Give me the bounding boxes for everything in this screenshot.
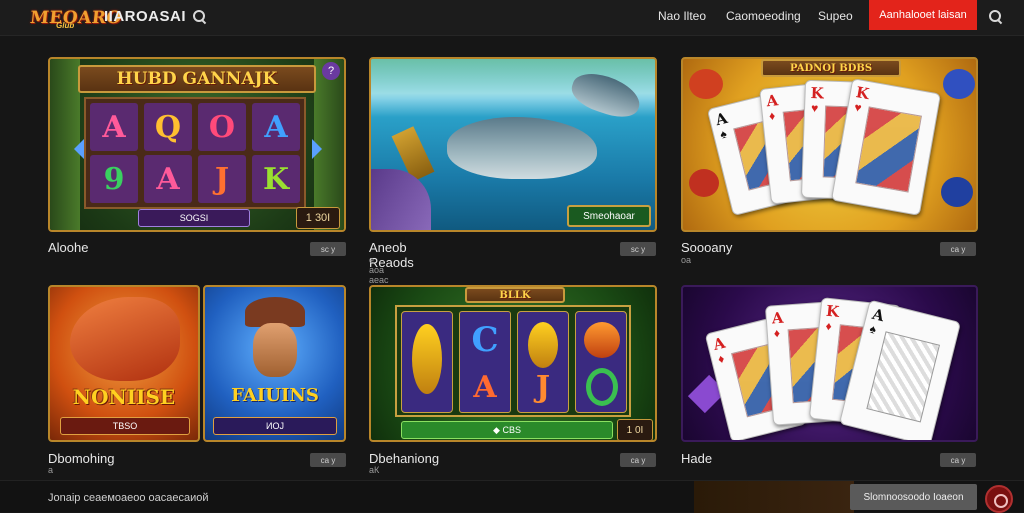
decor-gem — [941, 177, 973, 207]
game-badge: са у — [940, 242, 976, 256]
bet-plaque: ИOJ — [213, 417, 337, 435]
reel-symbol-ring — [586, 368, 618, 406]
win-counter: 1 30I — [296, 207, 340, 229]
game-title[interactable]: Hade — [681, 451, 712, 466]
bet-plaque: SOGSI — [138, 209, 250, 227]
card-face-art — [866, 331, 941, 423]
heart-icon: ♥ — [853, 100, 863, 116]
game-subtitle: аК — [369, 465, 380, 475]
search-icon[interactable] — [988, 9, 1004, 25]
decor-gem — [689, 69, 723, 99]
game-title[interactable]: Aloohe — [48, 240, 88, 255]
top-navigation-bar: MEOARO Glub IIAROASAI Nao Ilteo Caomoeod… — [0, 0, 1024, 36]
fish-illustration — [447, 117, 597, 179]
chat-icon[interactable] — [985, 485, 1013, 513]
reel-symbol: A — [90, 103, 138, 151]
diamond-icon: ♦ — [716, 351, 726, 367]
game-thumbnail[interactable]: PADNOJ BDBS A ♠ A ♦ K ♥ K ♥ — [681, 57, 978, 232]
card-face-art — [855, 106, 922, 193]
arrow-right-icon[interactable] — [312, 139, 322, 159]
reel-frame: A Q O A 9 A J K — [84, 97, 306, 209]
spade-icon: ♠ — [718, 126, 729, 142]
site-title: IIAROASAI — [104, 8, 187, 25]
game-thumbnail[interactable]: HUBD GANNAJK ? A Q O A 9 A J K SOGSI 1 3… — [48, 57, 346, 232]
reel-symbol: A — [252, 103, 300, 151]
arrow-left-icon[interactable] — [74, 139, 84, 159]
nav-link-3[interactable]: Supeo — [818, 9, 853, 23]
heart-icon: ♥ — [810, 100, 819, 116]
win-counter: 1 0I — [617, 419, 653, 440]
game-logo-sign: HUBD GANNAJK — [78, 65, 316, 93]
fruit-symbol — [584, 322, 620, 358]
reel-column — [401, 311, 453, 413]
game-label-plaque: Smeohaoar — [567, 205, 651, 227]
reel-symbol: 9 — [90, 155, 138, 203]
card-rank: A — [765, 91, 779, 111]
fish-fin-foreground — [371, 169, 431, 230]
reel-symbol: A — [473, 369, 497, 405]
dragon-illustration — [70, 297, 180, 381]
reel-column — [575, 311, 627, 413]
nav-link-1[interactable]: Nao Ilteo — [658, 9, 706, 23]
footer-decoration — [694, 481, 854, 513]
adventurer-illustration — [253, 323, 297, 377]
game-thumbnail[interactable]: BLLK C A J ◆ СBS 1 0I — [369, 285, 657, 442]
card-rank: K — [810, 83, 824, 103]
reel-symbol: Q — [144, 103, 192, 151]
card-rank: A — [771, 308, 785, 328]
spade-icon: ♠ — [868, 321, 878, 337]
primary-cta-button[interactable]: Aanhalooet laisan — [869, 0, 977, 30]
search-icon[interactable] — [192, 9, 208, 25]
game-badge: са у — [310, 453, 346, 467]
game-subtitle: оа — [681, 255, 692, 265]
nav-link-2[interactable]: Caomoeoding — [726, 9, 801, 23]
reel-symbol: J — [535, 369, 551, 405]
banana-symbol — [412, 324, 442, 394]
footer-text: Jonaip сеаемоаеоо оасаесаиой — [48, 492, 209, 504]
bet-plaque: ТBSO — [60, 417, 190, 435]
reel-symbol: O — [198, 103, 246, 151]
reel-symbol: J — [198, 155, 246, 203]
game-thumbnail[interactable]: Smeohaoar — [369, 57, 657, 232]
game-badge: са у — [620, 453, 656, 467]
footer-action-button[interactable]: Slomnoosoodo Ioaeon — [850, 484, 977, 510]
info-badge[interactable]: ? — [322, 62, 340, 80]
decor-gem — [689, 169, 719, 197]
decor-gem — [943, 69, 975, 99]
game-badge: ѕс у — [310, 242, 346, 256]
game-logo-text: FAIUINS — [231, 385, 319, 406]
game-subtitle: а — [48, 465, 54, 475]
game-logo-sign: PADNOJ BDBS — [761, 59, 901, 77]
diamond-icon: ♦ — [773, 325, 781, 341]
game-title[interactable]: Dbomohing — [48, 451, 115, 466]
bet-plaque: ◆ СBS — [401, 421, 613, 439]
reel-symbol: A — [144, 155, 192, 203]
game-logo-sign: BLLK — [465, 287, 565, 303]
diamond-icon: ♦ — [768, 108, 776, 124]
game-badge: ѕс у — [620, 242, 656, 256]
game-thumbnail[interactable]: A ♦ A ♦ K ♦ A ♠ — [681, 285, 978, 442]
diamond-icon: ♦ — [824, 318, 833, 334]
game-logo-text: NONIISE — [72, 385, 176, 409]
footer-bar: Jonaip сеаемоаеоо оасаесаиой Slomnoosood… — [0, 480, 1024, 513]
game-badge: са у — [940, 453, 976, 467]
game-title[interactable]: Soooany — [681, 240, 732, 255]
game-thumbnail[interactable]: FAIUINS ИOJ — [203, 285, 346, 442]
logo-subtext: Glub — [56, 21, 75, 30]
game-title[interactable]: Dbehaniong — [369, 451, 439, 466]
game-thumbnail[interactable]: NONIISE ТBSO — [48, 285, 200, 442]
reel-symbol: K — [252, 155, 300, 203]
reel-frame: C A J — [395, 305, 631, 417]
game-subtitle: е аоа аеас — [369, 255, 389, 285]
